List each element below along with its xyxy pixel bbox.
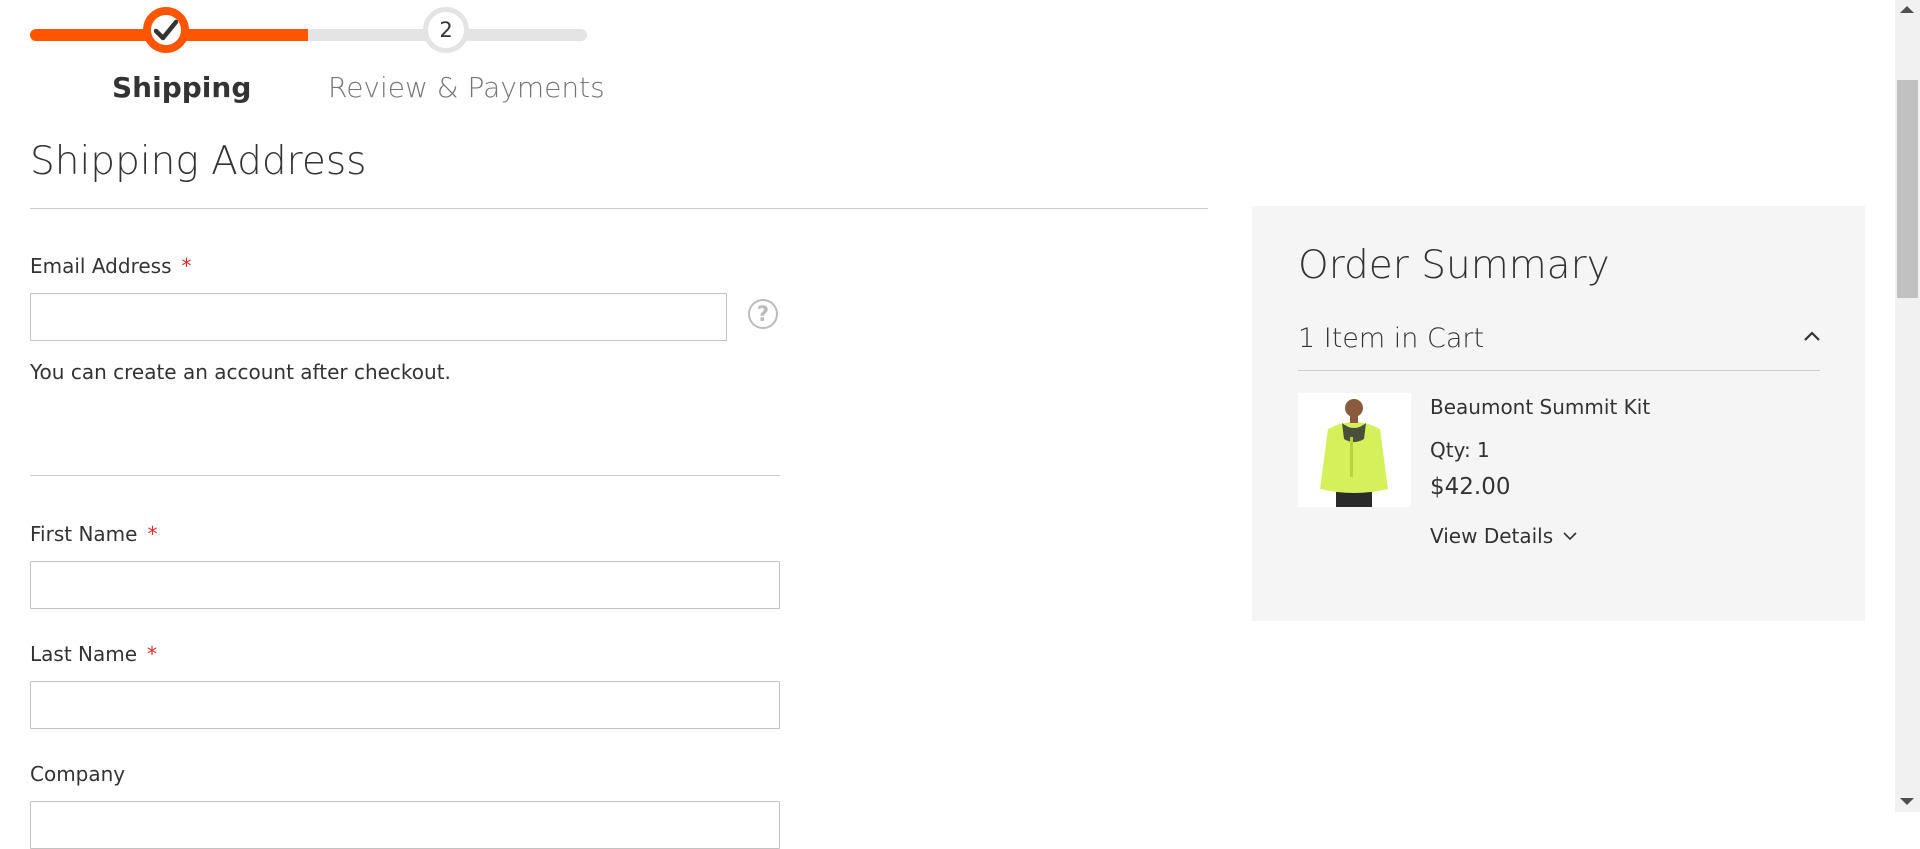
divider	[30, 208, 1208, 209]
product-price: $42.00	[1430, 474, 1511, 500]
cart-count[interactable]: 1 Item in Cart	[1298, 323, 1484, 354]
company-field[interactable]	[30, 801, 780, 849]
chevron-up-icon[interactable]	[1800, 325, 1824, 349]
page-title: Shipping Address	[30, 139, 367, 184]
scroll-down-arrow-icon[interactable]	[1900, 798, 1914, 805]
last-name-field[interactable]	[30, 681, 780, 729]
email-field[interactable]	[30, 293, 727, 341]
step-review-label: Review & Payments	[328, 71, 605, 104]
first-name-label: First Name *	[30, 522, 158, 546]
scroll-up-arrow-icon[interactable]	[1900, 6, 1914, 13]
divider	[1298, 370, 1820, 371]
email-note: You can create an account after checkout…	[30, 360, 451, 384]
step-shipping-label[interactable]: Shipping	[112, 71, 251, 104]
company-label: Company	[30, 762, 126, 786]
divider	[30, 475, 780, 476]
step-number: 2	[439, 18, 453, 42]
checkmark-icon	[154, 19, 178, 41]
view-details-toggle[interactable]: View Details	[1430, 524, 1579, 548]
required-mark: *	[181, 254, 192, 278]
help-icon[interactable]: ?	[748, 299, 778, 329]
view-details-label: View Details	[1430, 524, 1554, 548]
last-name-label: Last Name *	[30, 642, 158, 666]
required-mark: *	[147, 642, 158, 666]
order-summary-title: Order Summary	[1298, 243, 1610, 288]
product-qty: Qty: 1	[1430, 438, 1490, 462]
step-review-indicator: 2	[423, 7, 469, 53]
required-mark: *	[147, 522, 158, 546]
chevron-down-icon	[1563, 532, 1577, 541]
step-shipping-complete-indicator	[143, 7, 189, 53]
scrollbar-thumb[interactable]	[1897, 80, 1918, 298]
first-name-field[interactable]	[30, 561, 780, 609]
product-image	[1298, 393, 1411, 507]
product-name: Beaumont Summit Kit	[1430, 395, 1651, 419]
email-label: Email Address *	[30, 254, 192, 278]
